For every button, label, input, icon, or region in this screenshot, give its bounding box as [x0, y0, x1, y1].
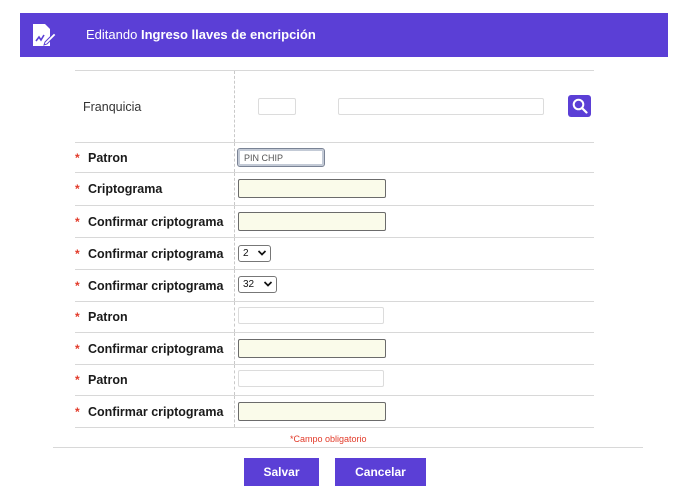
form-row: * Confirmar criptograma 2 [75, 237, 594, 269]
patron-input[interactable] [238, 370, 384, 387]
form-row: * Confirmar criptograma 32 [75, 269, 594, 301]
encryption-form: Franquicia * Patron PIN CHIP * Criptogra… [75, 70, 594, 428]
select-value: 2 [243, 248, 249, 259]
form-row: * Patron PIN CHIP [75, 142, 594, 172]
save-button[interactable]: Salvar [244, 458, 319, 486]
form-row: * Criptograma [75, 172, 594, 205]
required-marker: * [75, 310, 80, 324]
search-icon [572, 98, 588, 114]
required-marker: * [75, 373, 80, 387]
page-header: Editando Ingreso llaves de encripción [20, 13, 668, 57]
confirmar-criptograma-input[interactable] [238, 339, 386, 358]
patron-input[interactable]: PIN CHIP [237, 148, 325, 167]
confirmar-criptograma-select[interactable]: 32 [238, 276, 277, 293]
criptograma-input[interactable] [238, 179, 386, 198]
chevron-down-icon [257, 250, 267, 256]
confirmar-criptograma-input[interactable] [238, 402, 386, 421]
field-label: Confirmar criptograma [88, 246, 224, 261]
cancel-button[interactable]: Cancelar [335, 458, 426, 486]
required-marker: * [75, 246, 80, 261]
franquicia-name-input[interactable] [338, 98, 544, 115]
franquicia-search-button[interactable] [568, 95, 591, 117]
required-note: *Campo obligatorio [290, 434, 367, 444]
required-marker: * [75, 341, 80, 356]
footer-divider [53, 447, 643, 448]
field-label: Criptograma [88, 182, 163, 196]
field-label: Patron [88, 310, 128, 324]
title-prefix: Editando [86, 27, 138, 42]
page-title: Editando Ingreso llaves de encripción [86, 27, 316, 42]
edit-document-icon [33, 24, 56, 46]
form-row: * Confirmar criptograma [75, 395, 594, 428]
field-label: Confirmar criptograma [88, 278, 224, 293]
required-marker: * [75, 404, 80, 419]
field-label: Patron [88, 373, 128, 387]
confirmar-criptograma-select[interactable]: 2 [238, 245, 271, 262]
form-row: * Confirmar criptograma [75, 332, 594, 364]
field-label: Confirmar criptograma [88, 214, 224, 229]
required-marker: * [75, 278, 80, 293]
required-marker: * [75, 214, 80, 229]
field-label: Confirmar criptograma [88, 341, 224, 356]
form-row: * Patron [75, 301, 594, 332]
form-row: * Patron [75, 364, 594, 395]
franquicia-label: Franquicia [83, 99, 142, 114]
title-main: Ingreso llaves de encripción [140, 27, 316, 42]
chevron-down-icon [263, 281, 273, 287]
confirmar-criptograma-input[interactable] [238, 212, 386, 231]
select-value: 32 [243, 279, 255, 290]
required-marker: * [75, 150, 80, 165]
form-row: * Confirmar criptograma [75, 205, 594, 237]
field-label: Patron [88, 150, 128, 165]
franquicia-row: Franquicia [75, 70, 594, 142]
franquicia-code-input[interactable] [258, 98, 296, 115]
required-marker: * [75, 182, 80, 196]
patron-input[interactable] [238, 307, 384, 324]
field-label: Confirmar criptograma [88, 404, 224, 419]
